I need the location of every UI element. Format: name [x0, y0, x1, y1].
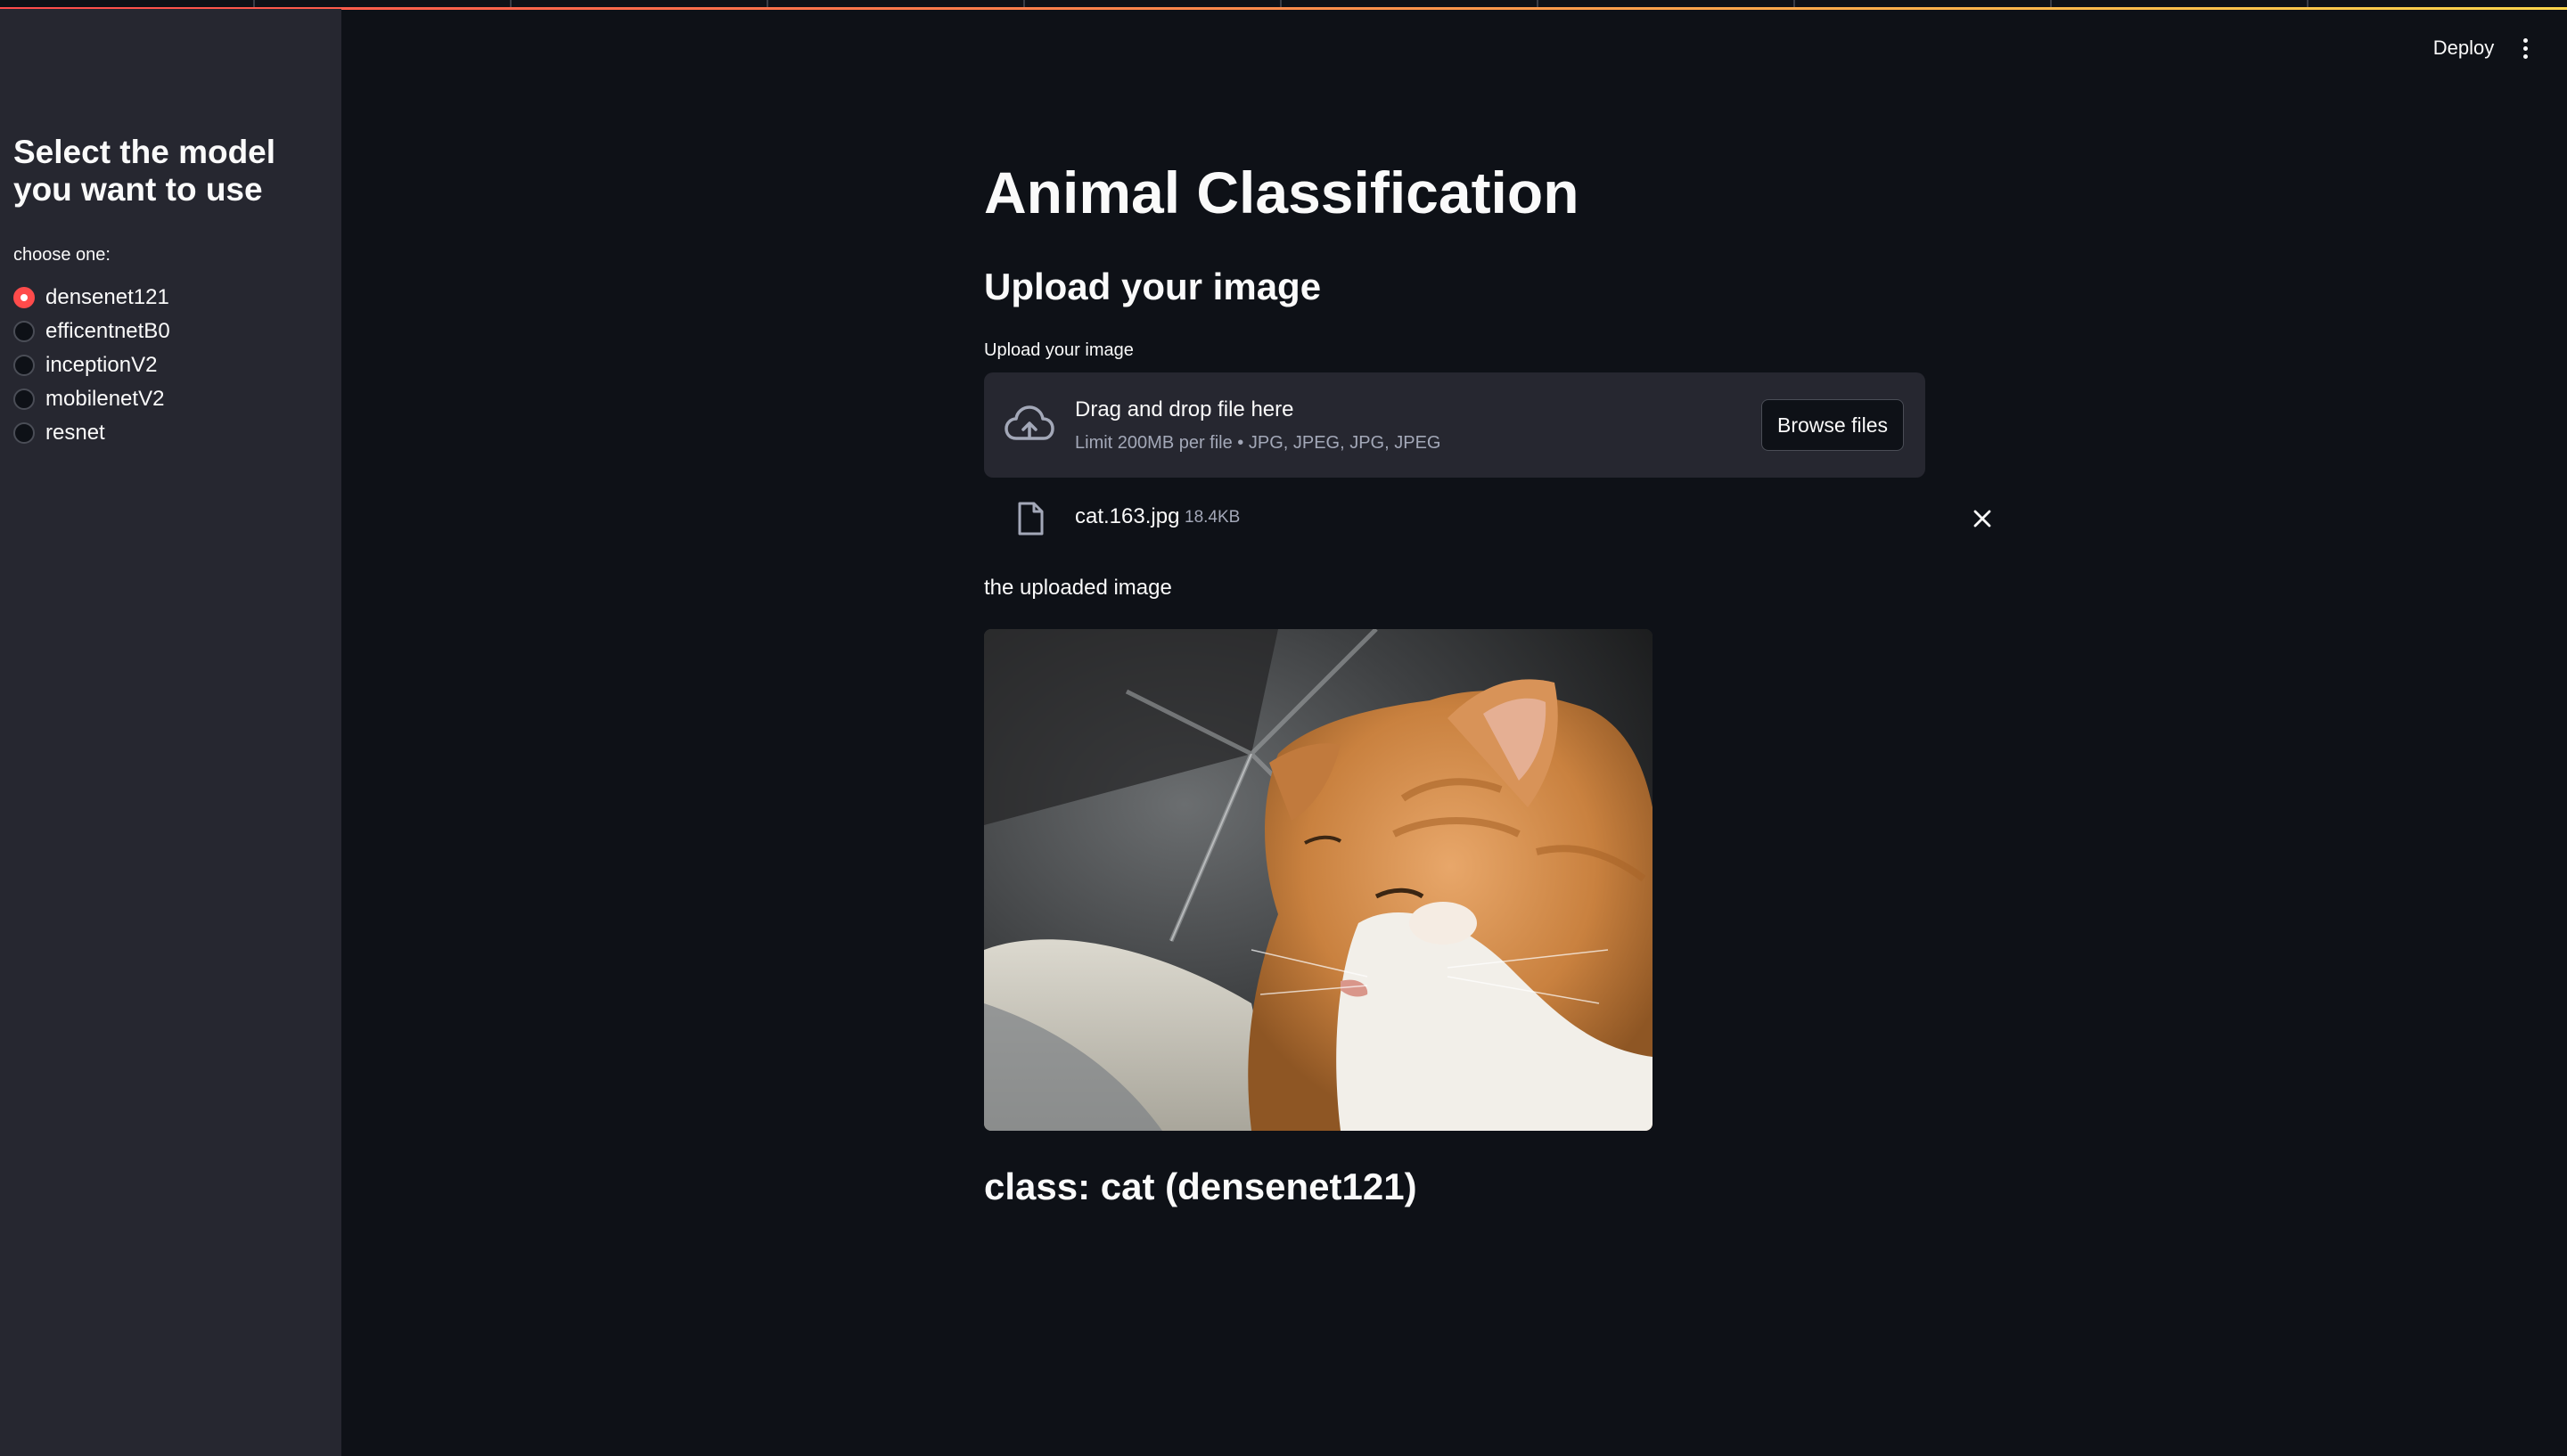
uploaded-file-name: cat.163.jpg [1075, 504, 1180, 528]
deploy-button[interactable]: Deploy [2424, 32, 2503, 64]
image-caption: the uploaded image [984, 576, 1172, 600]
cloud-upload-icon [1005, 405, 1054, 440]
radio-option-densenet121[interactable]: densenet121 [13, 281, 170, 315]
radio-label: resnet [45, 421, 105, 445]
close-icon[interactable] [1972, 508, 1993, 529]
radio-option-resnet[interactable]: resnet [13, 416, 170, 450]
radio-group-label: choose one: [13, 245, 111, 265]
uploaded-file-row: cat.163.jpg 18.4KB [984, 495, 1991, 545]
page-title: Animal Classification [984, 160, 1579, 225]
model-radio-group: densenet121 efficentnetB0 inceptionV2 mo… [13, 281, 170, 450]
uploader-label: Upload your image [984, 340, 1134, 360]
file-dropzone[interactable]: Drag and drop file here Limit 200MB per … [984, 372, 1925, 478]
section-subtitle: Upload your image [984, 266, 1322, 307]
radio-selected-icon[interactable] [13, 287, 35, 308]
radio-unselected-icon[interactable] [13, 389, 35, 410]
dropzone-limit-text: Limit 200MB per file • JPG, JPEG, JPG, J… [1075, 433, 1441, 453]
uploaded-cat-image [984, 629, 1653, 1131]
radio-unselected-icon[interactable] [13, 422, 35, 444]
radio-unselected-icon[interactable] [13, 355, 35, 376]
dropzone-instructions: Drag and drop file here [1075, 397, 1294, 421]
browse-files-button[interactable]: Browse files [1761, 399, 1904, 451]
kebab-menu-icon[interactable] [2512, 32, 2538, 64]
sidebar-heading: Select the model you want to use [13, 134, 276, 208]
radio-label: inceptionV2 [45, 353, 158, 377]
classification-result: class: cat (densenet121) [984, 1166, 1417, 1207]
radio-label: efficentnetB0 [45, 319, 170, 343]
file-icon [1018, 502, 1044, 536]
radio-label: densenet121 [45, 285, 169, 309]
sidebar: Select the model you want to use choose … [0, 9, 341, 1456]
radio-unselected-icon[interactable] [13, 321, 35, 342]
radio-label: mobilenetV2 [45, 387, 165, 411]
radio-option-mobilenetv2[interactable]: mobilenetV2 [13, 382, 170, 416]
radio-option-efficentnetb0[interactable]: efficentnetB0 [13, 315, 170, 348]
top-decoration-bar [0, 0, 2567, 10]
radio-option-inceptionv2[interactable]: inceptionV2 [13, 348, 170, 382]
uploaded-file-size: 18.4KB [1185, 508, 1241, 527]
